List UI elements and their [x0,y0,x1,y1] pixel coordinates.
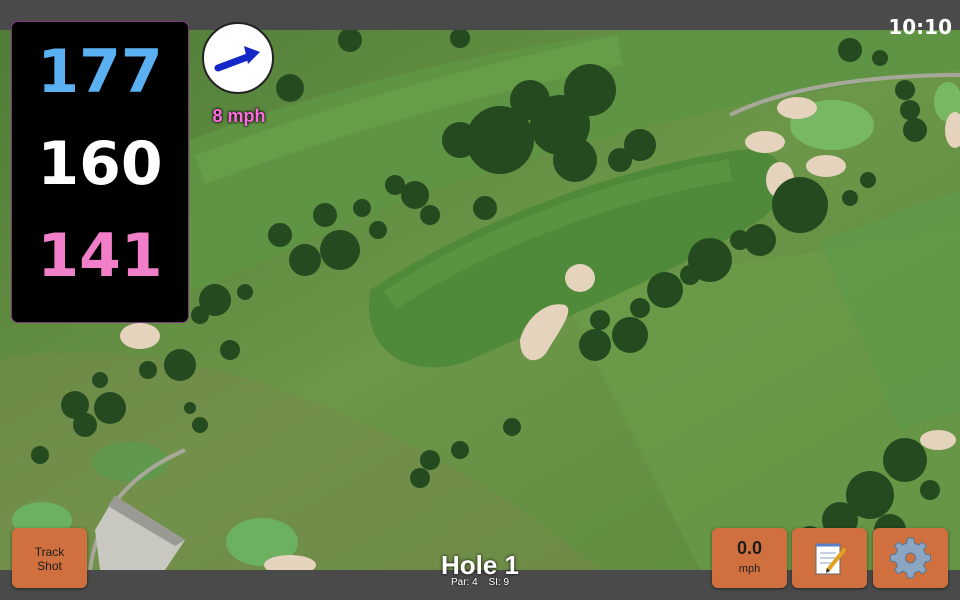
hole-info: Par: 4 SI: 9 [380,577,580,588]
track-shot-button[interactable]: Track Shot [12,528,87,588]
speed-button[interactable]: 0.0 mph [712,528,787,588]
settings-button[interactable] [873,528,948,588]
speed-unit: mph [738,563,761,575]
notes-button[interactable] [792,528,867,588]
front-distance: 141 [37,221,163,291]
hole-par: Par: 4 [450,577,478,588]
notepad-icon [815,543,846,575]
track-shot-label-line2: Shot [37,559,62,573]
clock: 10:10 [888,15,952,39]
hole-stroke-index: SI: 9 [488,577,510,588]
wind-arrow-icon [214,46,260,72]
wind-speed: 8 mph [212,106,266,126]
back-distance: 177 [37,37,163,107]
gear-icon [890,537,931,579]
center-distance: 160 [37,129,163,199]
speed-value: 0.0 [736,538,763,558]
wind-direction-dial [202,22,274,94]
track-shot-label-line1: Track [34,545,65,559]
distance-panel: 177 160 141 [12,22,188,322]
